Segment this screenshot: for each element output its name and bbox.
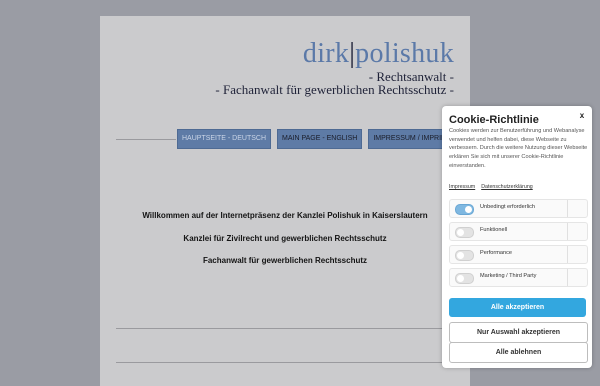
toggle-knob (457, 252, 464, 259)
accept-selection-button[interactable]: Nur Auswahl akzeptieren (449, 322, 588, 343)
nav-main-page-english[interactable]: MAIN PAGE - ENGLISH (277, 129, 363, 149)
option-divider (567, 223, 568, 240)
logo[interactable]: dirk|polishuk (303, 38, 454, 70)
cookie-title: Cookie-Richtlinie (449, 114, 539, 126)
cookie-links: Impressum Datenschutzerklärung (449, 184, 539, 190)
nav-divider-left (116, 139, 176, 140)
toggle-marketing[interactable] (455, 273, 474, 284)
toggle-functional[interactable] (455, 227, 474, 238)
cookie-description: Cookies werden zur Benutzerführung und W… (449, 128, 588, 169)
impressum-link[interactable]: Impressum (449, 184, 475, 190)
reject-all-button[interactable]: Alle ablehnen (449, 342, 588, 363)
cookie-dialog: Cookie-Richtlinie x Cookies werden zur B… (442, 106, 592, 368)
toggle-knob (457, 275, 464, 282)
option-divider (567, 269, 568, 286)
divider-line-1 (116, 328, 470, 329)
main-page: dirk|polishuk - Rechtsanwalt - - Fachanw… (100, 16, 470, 386)
logo-part2: polishuk (355, 38, 454, 69)
cookie-option-functional: Funktionell (449, 222, 588, 241)
welcome-text: Willkommen auf der Internetpräsenz der K… (142, 211, 428, 220)
option-label: Unbedingt erforderlich (480, 204, 536, 210)
toggle-knob (457, 229, 464, 236)
cookie-option-marketing: Marketing / Third Party (449, 268, 588, 287)
toggle-performance[interactable] (455, 250, 474, 261)
cookie-option-performance: Performance (449, 245, 588, 264)
option-label: Marketing / Third Party (480, 273, 537, 279)
cookie-option-required: Unbedingt erforderlich (449, 199, 588, 218)
logo-part1: dirk (302, 38, 350, 69)
accept-all-button[interactable]: Alle akzeptieren (449, 298, 586, 317)
option-divider (567, 200, 568, 217)
toggle-knob (465, 206, 472, 213)
specialist-title: Fachanwalt für gewerblichen Rechtsschutz (202, 256, 368, 265)
toggle-required[interactable] (455, 204, 474, 215)
option-label: Performance (480, 250, 513, 256)
option-divider (567, 246, 568, 263)
firm-description: Kanzlei für Zivilrecht und gewerblichen … (183, 234, 387, 243)
main-nav: HAUPTSEITE - DEUTSCH MAIN PAGE - ENGLISH… (177, 129, 456, 149)
nav-hauptseite[interactable]: HAUPTSEITE - DEUTSCH (177, 129, 272, 149)
subtitle-fachanwalt: - Fachanwalt für gewerblichen Rechtsschu… (215, 82, 454, 97)
close-icon[interactable]: x (576, 110, 588, 122)
option-label: Funktionell (480, 227, 508, 233)
datenschutz-link[interactable]: Datenschutzerklärung (481, 184, 533, 190)
divider-line-2 (116, 362, 470, 363)
